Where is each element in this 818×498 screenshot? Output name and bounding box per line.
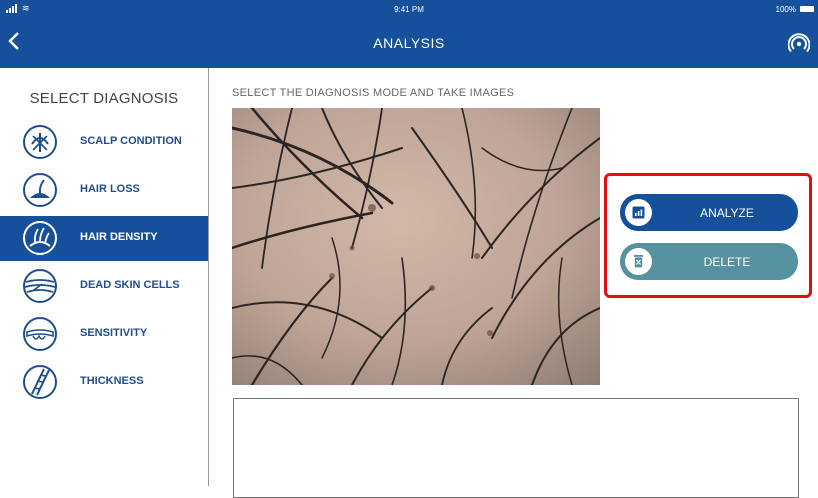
trash-icon	[634, 255, 643, 268]
hair-density-icon	[23, 221, 57, 255]
status-bar: ≋ 9:41 PM 100%	[0, 0, 818, 19]
analyze-label: ANALYZE	[700, 206, 754, 220]
analyze-button[interactable]: ANALYZE	[620, 194, 798, 231]
delete-button[interactable]: DELETE	[620, 243, 798, 280]
delete-label: DELETE	[703, 255, 751, 269]
sensitivity-icon	[23, 317, 57, 351]
sidebar-item-hair-loss[interactable]: HAIR LOSS	[0, 168, 208, 212]
scalp-microscope-image	[232, 108, 600, 385]
sidebar-item-thickness[interactable]: THICKNESS	[0, 360, 208, 404]
sidebar-item-label: HAIR LOSS	[80, 183, 140, 195]
sidebar-item-label: HAIR DENSITY	[80, 231, 158, 243]
signal-icon	[787, 33, 811, 53]
sidebar-item-label: DEAD SKIN CELLS	[80, 279, 180, 291]
sidebar-item-dead-skin-cells[interactable]: DEAD SKIN CELLS	[0, 264, 208, 308]
device-connection-button[interactable]	[787, 32, 811, 54]
battery-icon	[800, 6, 814, 12]
thickness-icon	[23, 365, 57, 399]
sidebar-item-label: SENSITIVITY	[80, 327, 148, 339]
main-heading: SELECT THE DIAGNOSIS MODE AND TAKE IMAGE…	[232, 87, 515, 99]
delete-icon-wrap	[625, 248, 652, 275]
result-panel	[233, 398, 799, 498]
sidebar-item-label: SCALP CONDITION	[80, 135, 182, 147]
sidebar-item-label: THICKNESS	[80, 375, 144, 387]
page-title: ANALYSIS	[373, 35, 445, 51]
sidebar-item-scalp-condition[interactable]: SCALP CONDITION	[0, 120, 208, 164]
sidebar-heading: SELECT DIAGNOSIS	[29, 90, 179, 107]
bar-chart-icon	[632, 206, 645, 219]
navigation-bar: ANALYSIS	[0, 19, 818, 68]
scalp-condition-icon	[23, 125, 57, 159]
sidebar-item-sensitivity[interactable]: SENSITIVITY	[0, 312, 208, 356]
diagnosis-sidebar: SELECT DIAGNOSIS SCALP CONDITION HAIR LO…	[0, 68, 209, 486]
battery-percent: 100%	[775, 5, 796, 14]
analyze-icon-wrap	[625, 199, 652, 226]
dead-skin-cells-icon	[23, 269, 57, 303]
sidebar-item-hair-density[interactable]: HAIR DENSITY	[0, 216, 208, 261]
status-time: 9:41 PM	[394, 5, 424, 14]
hair-loss-icon	[23, 173, 57, 207]
